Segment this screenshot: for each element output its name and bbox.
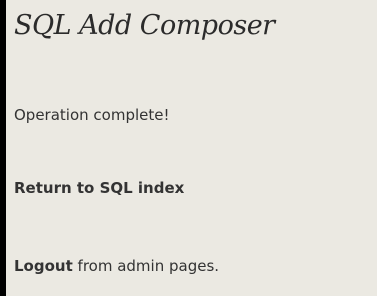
logout-suffix-text: from admin pages. <box>72 257 220 275</box>
status-message: Operation complete! <box>14 106 170 124</box>
logout-line: Logout from admin pages. <box>14 257 219 275</box>
content-panel: SQL Add Composer Operation complete! Ret… <box>6 0 377 296</box>
page-title: SQL Add Composer <box>14 10 275 41</box>
logout-link[interactable]: Logout <box>14 257 73 275</box>
return-to-sql-index-link[interactable]: Return to SQL index <box>14 179 184 197</box>
